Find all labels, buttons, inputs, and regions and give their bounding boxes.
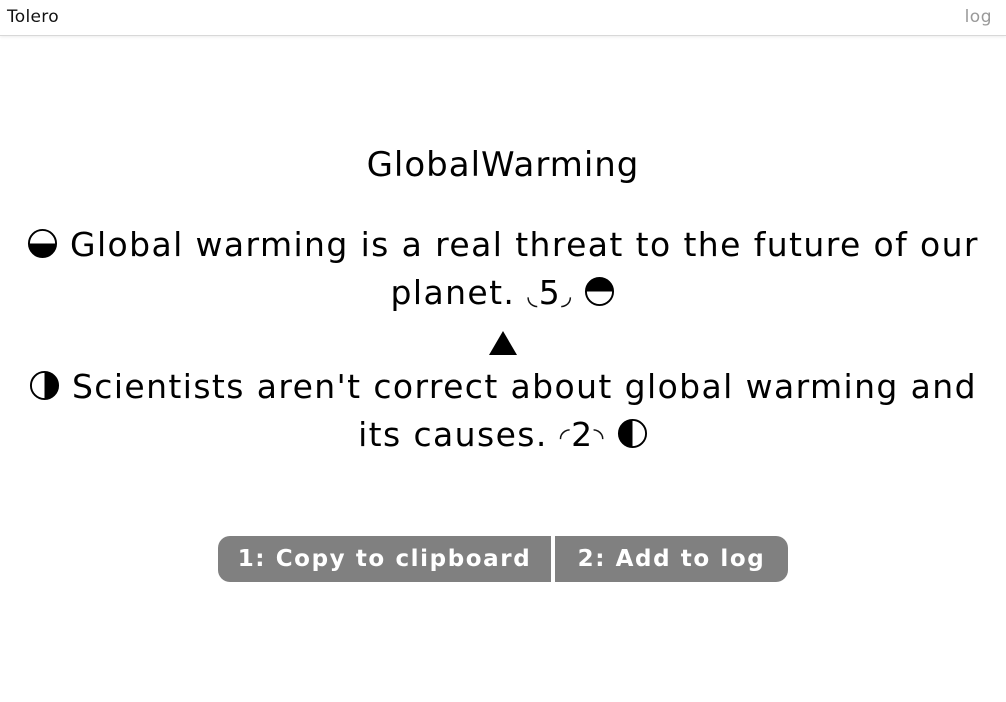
- brand-title: Tolero: [7, 7, 59, 27]
- score-bracket-right: ◞: [561, 281, 573, 311]
- statement-1-score: 5: [538, 273, 562, 312]
- action-buttons: 1: Copy to clipboard 2: Add to log: [218, 536, 788, 582]
- up-triangle-icon: [0, 319, 1006, 364]
- half-bottom-filled-circle-icon: [27, 225, 58, 270]
- score-bracket-left: ◟: [527, 281, 539, 311]
- page-title: GlobalWarming: [366, 145, 640, 185]
- statement-1: Global warming is a real threat to the f…: [23, 222, 983, 319]
- log-link[interactable]: log: [965, 7, 992, 27]
- half-right-filled-circle-icon: [29, 367, 60, 412]
- half-top-filled-circle-icon: [584, 273, 615, 318]
- half-left-filled-circle-icon: [617, 415, 648, 460]
- top-bar: Tolero log: [0, 0, 1006, 36]
- score-bracket-right: ◝: [593, 423, 605, 453]
- copy-to-clipboard-button[interactable]: 1: Copy to clipboard: [218, 536, 551, 582]
- add-to-log-button[interactable]: 2: Add to log: [555, 536, 788, 582]
- statement-1-text: Global warming is a real threat to the f…: [69, 225, 979, 312]
- score-bracket-left: ◜: [559, 423, 572, 453]
- statement-2: Scientists aren't correct about global w…: [23, 364, 983, 461]
- main-content: GlobalWarming Global warming is a real t…: [0, 140, 1006, 461]
- statement-2-text: Scientists aren't correct about global w…: [71, 367, 977, 454]
- statement-2-score: 2: [571, 415, 594, 454]
